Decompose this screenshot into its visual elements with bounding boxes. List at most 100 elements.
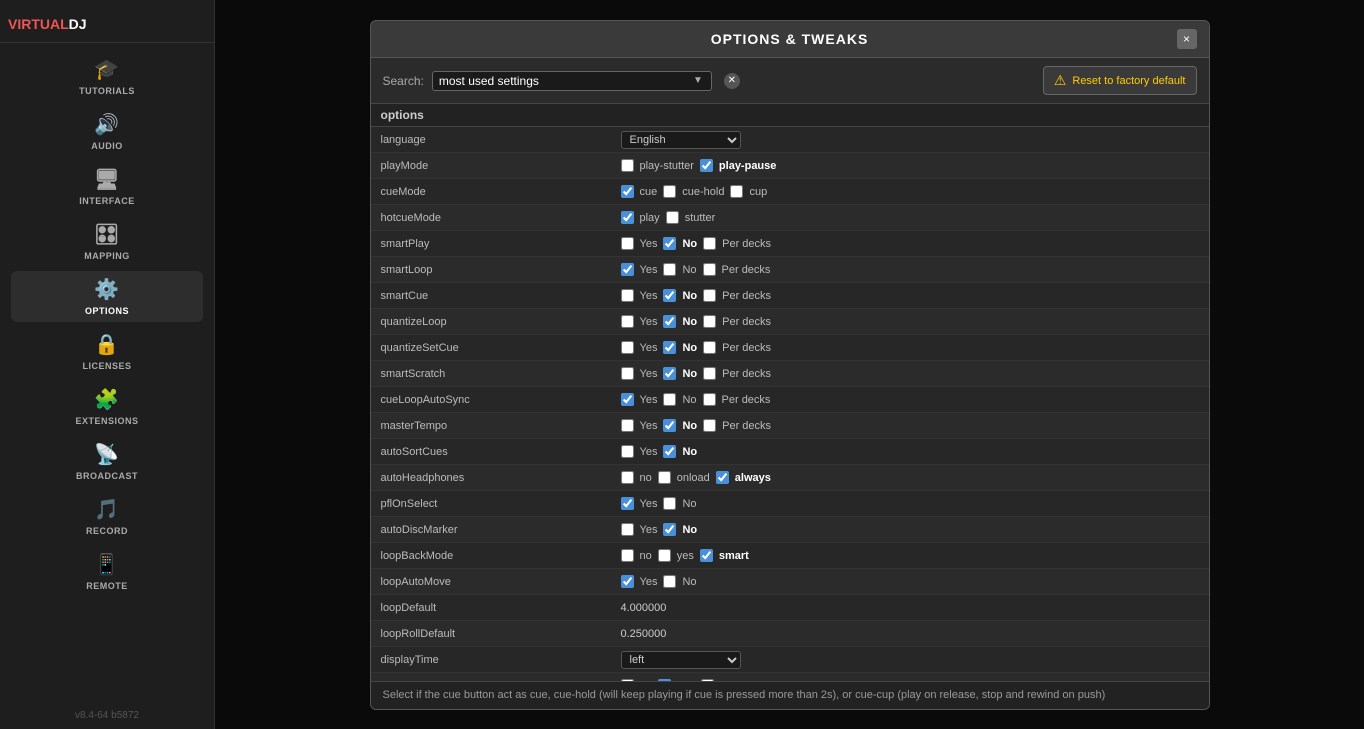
displaytime-select[interactable]: left right remaining xyxy=(621,651,741,669)
sidebar-item-options[interactable]: ⚙️ OPTIONS xyxy=(11,271,204,322)
sidebar-item-broadcast[interactable]: 📡 BROADCAST xyxy=(11,436,204,487)
smartcue-perdecks-checkbox[interactable] xyxy=(703,289,716,302)
sidebar-label-tutorials: TUTORIALS xyxy=(79,86,135,96)
cueloopautosync-yes-checkbox[interactable] xyxy=(621,393,634,406)
option-controls-smartplay: Yes No Per decks xyxy=(621,237,1199,250)
reset-factory-button[interactable]: ⚠ Reset to factory default xyxy=(1043,66,1197,95)
sidebar-item-mapping[interactable]: 🎛 MAPPING xyxy=(11,216,204,267)
smartloop-perdecks-label: Per decks xyxy=(722,264,771,276)
autoheadphones-no-label: no xyxy=(640,472,652,484)
audio-icon: 🔊 xyxy=(94,112,119,137)
option-name-loopautomove: loopAutoMove xyxy=(381,576,621,588)
mastertempo-no-checkbox[interactable] xyxy=(663,419,676,432)
hotcue-play-checkbox[interactable] xyxy=(621,211,634,224)
smartcue-yes-checkbox[interactable] xyxy=(621,289,634,302)
option-controls-quantizeloop: Yes No Per decks xyxy=(621,315,1199,328)
quantizeloop-perdecks-checkbox[interactable] xyxy=(703,315,716,328)
smartplay-no-checkbox[interactable] xyxy=(663,237,676,250)
smartcue-no-checkbox[interactable] xyxy=(663,289,676,302)
smartplay-perdecks-checkbox[interactable] xyxy=(703,237,716,250)
playmode-stutter-label: play-stutter xyxy=(640,160,694,172)
loopautomove-no-checkbox[interactable] xyxy=(663,575,676,588)
quantizeloop-perdecks-label: Per decks xyxy=(722,316,771,328)
option-name-playmode: playMode xyxy=(381,160,621,172)
option-name-hotcuemode: hotcueMode xyxy=(381,212,621,224)
option-row-hotcuemode: hotcueMode play stutter xyxy=(371,205,1209,231)
option-row-cuemode: cueMode cue cue-hold cup xyxy=(371,179,1209,205)
sidebar-item-extensions[interactable]: 🧩 EXTENSIONS xyxy=(11,381,204,432)
sidebar: VIRTUALDJ 🎓 TUTORIALS 🔊 AUDIO 🖥 INTERFAC… xyxy=(0,0,215,729)
option-name-pflonselect: pflOnSelect xyxy=(381,498,621,510)
app-logo: VIRTUALDJ xyxy=(8,16,87,32)
cuemode-cue-checkbox[interactable] xyxy=(621,185,634,198)
sidebar-label-broadcast: BROADCAST xyxy=(76,471,138,481)
loopbackmode-no-label: no xyxy=(640,550,652,562)
loopautomove-yes-checkbox[interactable] xyxy=(621,575,634,588)
pflonselect-yes-checkbox[interactable] xyxy=(621,497,634,510)
language-select[interactable]: English French Spanish xyxy=(621,131,741,149)
autoheadphones-always-checkbox[interactable] xyxy=(716,471,729,484)
sidebar-item-remote[interactable]: 📱 REMOTE xyxy=(11,546,204,597)
loopbackmode-yes-checkbox[interactable] xyxy=(658,549,671,562)
cuemode-cup-checkbox[interactable] xyxy=(730,185,743,198)
quantizesetcue-yes-checkbox[interactable] xyxy=(621,341,634,354)
sidebar-item-tutorials[interactable]: 🎓 TUTORIALS xyxy=(11,51,204,102)
cuemode-hold-checkbox[interactable] xyxy=(663,185,676,198)
option-row-cueloopautosync: cueLoopAutoSync Yes No Per decks xyxy=(371,387,1209,413)
option-name-looprolldefault: loopRollDefault xyxy=(381,628,621,640)
cueloopautosync-no-checkbox[interactable] xyxy=(663,393,676,406)
sidebar-item-licenses[interactable]: 🔒 LICENSES xyxy=(11,326,204,377)
option-row-loopautomove: loopAutoMove Yes No xyxy=(371,569,1209,595)
quantizeloop-no-checkbox[interactable] xyxy=(663,315,676,328)
smartloop-no-label: No xyxy=(682,264,696,276)
options-container: options language English French Spanish … xyxy=(371,104,1209,681)
section-header-options: options xyxy=(371,104,1209,127)
quantizeloop-yes-checkbox[interactable] xyxy=(621,315,634,328)
pflonselect-no-checkbox[interactable] xyxy=(663,497,676,510)
cueloopautosync-perdecks-checkbox[interactable] xyxy=(703,393,716,406)
smartloop-perdecks-checkbox[interactable] xyxy=(703,263,716,276)
search-dropdown-button[interactable]: ▼ xyxy=(691,75,705,86)
quantizesetcue-perdecks-checkbox[interactable] xyxy=(703,341,716,354)
autodiscmarker-no-checkbox[interactable] xyxy=(663,523,676,536)
option-name-loopbackmode: loopBackMode xyxy=(381,550,621,562)
smartloop-no-checkbox[interactable] xyxy=(663,263,676,276)
smartplay-perdecks-label: Per decks xyxy=(722,238,771,250)
autosortcues-yes-checkbox[interactable] xyxy=(621,445,634,458)
smartscratch-no-label: No xyxy=(682,368,697,380)
loopbackmode-no-checkbox[interactable] xyxy=(621,549,634,562)
sidebar-label-remote: REMOTE xyxy=(86,581,128,591)
sidebar-item-record[interactable]: 🎵 RECORD xyxy=(11,491,204,542)
search-input[interactable] xyxy=(439,74,691,88)
search-clear-button[interactable]: ✕ xyxy=(724,73,740,89)
sidebar-item-audio[interactable]: 🔊 AUDIO xyxy=(11,106,204,157)
smartscratch-yes-checkbox[interactable] xyxy=(621,367,634,380)
hotcue-stutter-checkbox[interactable] xyxy=(666,211,679,224)
option-row-looprolldefault: loopRollDefault 0.250000 xyxy=(371,621,1209,647)
mastertempo-yes-checkbox[interactable] xyxy=(621,419,634,432)
smartscratch-perdecks-checkbox[interactable] xyxy=(703,367,716,380)
looprolldefault-value: 0.250000 xyxy=(621,628,667,640)
smartscratch-no-checkbox[interactable] xyxy=(663,367,676,380)
autoheadphones-onload-checkbox[interactable] xyxy=(658,471,671,484)
option-row-displaytime: displayTime left right remaining xyxy=(371,647,1209,673)
autodiscmarker-yes-checkbox[interactable] xyxy=(621,523,634,536)
loopbackmode-smart-checkbox[interactable] xyxy=(700,549,713,562)
quantizesetcue-no-label: No xyxy=(682,342,697,354)
autosortcues-no-checkbox[interactable] xyxy=(663,445,676,458)
playmode-stutter-checkbox[interactable] xyxy=(621,159,634,172)
sidebar-label-extensions: EXTENSIONS xyxy=(75,416,138,426)
quantizesetcue-no-checkbox[interactable] xyxy=(663,341,676,354)
smartscratch-perdecks-label: Per decks xyxy=(722,368,771,380)
quantizeloop-no-label: No xyxy=(682,316,697,328)
cuemode-cue-label: cue xyxy=(640,186,658,198)
autoheadphones-no-checkbox[interactable] xyxy=(621,471,634,484)
playmode-pause-checkbox[interactable] xyxy=(700,159,713,172)
sidebar-item-interface[interactable]: 🖥 INTERFACE xyxy=(11,161,204,212)
option-controls-autodiscmarker: Yes No xyxy=(621,523,1199,536)
option-name-displaytime: displayTime xyxy=(381,654,621,666)
modal-close-button[interactable]: × xyxy=(1177,29,1197,49)
smartplay-yes-checkbox[interactable] xyxy=(621,237,634,250)
smartloop-yes-checkbox[interactable] xyxy=(621,263,634,276)
mastertempo-perdecks-checkbox[interactable] xyxy=(703,419,716,432)
